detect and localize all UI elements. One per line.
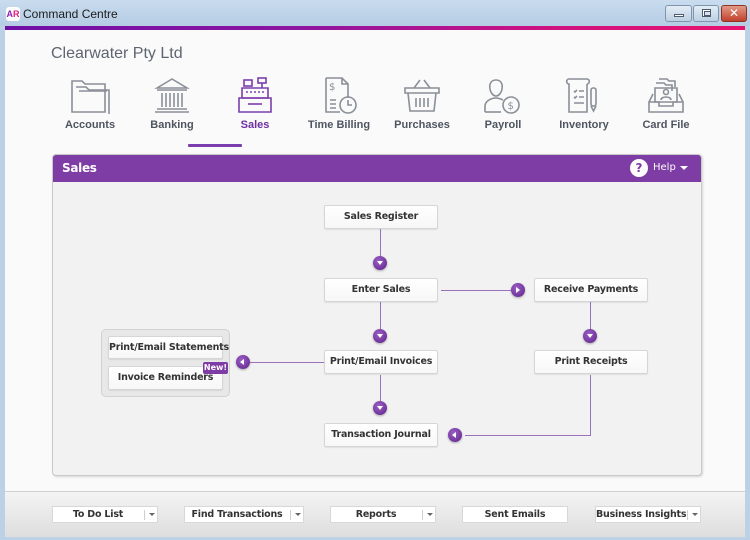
chevron-down-icon[interactable] <box>295 513 301 516</box>
sales-register-button[interactable]: Sales Register <box>324 205 438 229</box>
bank-icon <box>154 78 190 113</box>
minimize-icon <box>674 14 684 17</box>
person-dollar-icon: $ <box>484 79 520 114</box>
title-bar: AR Command Centre ✕ <box>0 0 750 26</box>
help-label: Help <box>653 162 676 173</box>
help-dropdown-icon[interactable] <box>680 166 688 170</box>
enter-sales-button[interactable]: Enter Sales <box>324 278 438 302</box>
basket-icon <box>404 79 440 112</box>
nav-item-card-file[interactable]: Card File <box>625 76 707 150</box>
new-badge: New! <box>203 362 228 374</box>
connector-line <box>590 302 591 330</box>
arrow-left-icon <box>448 428 462 442</box>
folder-icon <box>71 80 110 114</box>
sent-emails-button[interactable]: Sent Emails <box>462 506 568 523</box>
business-insights-button[interactable]: Business Insights <box>595 506 701 523</box>
chevron-down-icon[interactable] <box>149 513 155 516</box>
maximize-icon <box>702 9 711 17</box>
maximize-button[interactable] <box>693 5 719 22</box>
chevron-down-icon[interactable] <box>427 513 433 516</box>
print-receipts-button[interactable]: Print Receipts <box>534 350 648 374</box>
arrow-down-icon <box>373 256 387 270</box>
chevron-down-icon[interactable] <box>692 513 698 516</box>
arrow-down-icon <box>583 329 597 343</box>
separator <box>144 510 145 520</box>
command-centre-window: Clearwater Pty Ltd Accounts Banking Sale… <box>5 26 745 540</box>
cash-register-icon <box>238 77 272 113</box>
nav-item-banking[interactable]: Banking <box>131 76 213 150</box>
close-icon: ✕ <box>728 6 740 20</box>
reports-button[interactable]: Reports <box>330 506 436 523</box>
connector-line <box>380 302 381 330</box>
connector-line <box>441 290 511 291</box>
nav-item-inventory[interactable]: Inventory <box>543 76 625 150</box>
connector-line <box>380 375 381 402</box>
nav-item-purchases[interactable]: Purchases <box>381 76 463 150</box>
separator <box>290 510 291 520</box>
sales-panel: Sales ? Help Sales Register Enter Sales … <box>52 154 702 476</box>
receive-payments-button[interactable]: Receive Payments <box>534 278 648 302</box>
nav-item-accounts[interactable]: Accounts <box>49 76 131 150</box>
panel-title: Sales <box>62 161 97 175</box>
separator <box>422 510 423 520</box>
app-logo-icon: AR <box>6 7 20 21</box>
time-billing-icon: $ <box>325 77 357 114</box>
connector-line <box>250 362 324 363</box>
window-title: Command Centre <box>23 7 118 21</box>
print-email-invoices-button[interactable]: Print/Email Invoices <box>324 350 438 374</box>
active-nav-indicator <box>188 144 242 147</box>
footer-bar: To Do List Find Transactions Reports Sen… <box>5 491 745 540</box>
separator <box>687 510 688 520</box>
connector-line <box>465 435 591 436</box>
arrow-down-icon <box>373 401 387 415</box>
connector-line <box>590 375 591 435</box>
card-file-icon <box>648 78 684 113</box>
arrow-down-icon <box>373 329 387 343</box>
nav-item-payroll[interactable]: $ Payroll <box>462 76 544 150</box>
arrow-left-icon <box>236 355 250 369</box>
transaction-journal-button[interactable]: Transaction Journal <box>324 423 438 447</box>
close-button[interactable]: ✕ <box>721 5 747 22</box>
panel-header: Sales ? Help <box>53 155 701 182</box>
minimize-button[interactable] <box>665 5 692 22</box>
find-transactions-button[interactable]: Find Transactions <box>184 506 304 523</box>
company-name: Clearwater Pty Ltd <box>51 45 183 62</box>
print-email-statements-button[interactable]: Print/Email Statements <box>108 336 229 359</box>
to-do-list-button[interactable]: To Do List <box>52 506 158 523</box>
arrow-right-icon <box>511 283 525 297</box>
module-nav: Accounts Banking Sales $ Time Billing Pu… <box>45 76 725 150</box>
connector-line <box>380 229 381 257</box>
help-icon: ? <box>630 159 648 177</box>
nav-item-sales[interactable]: Sales <box>214 76 296 150</box>
nav-item-time-billing[interactable]: $ Time Billing <box>298 76 380 150</box>
svg-text:$: $ <box>329 82 335 93</box>
svg-text:$: $ <box>508 101 514 112</box>
inventory-icon <box>565 78 597 113</box>
brand-bar <box>5 26 745 30</box>
